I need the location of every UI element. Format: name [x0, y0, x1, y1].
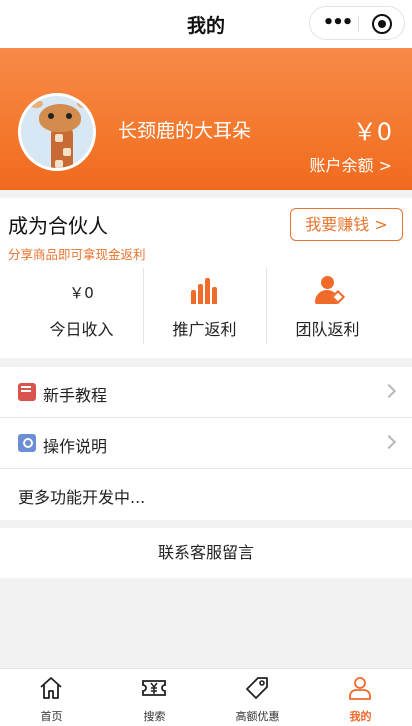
giraffe-head: [39, 104, 81, 132]
title-bar: 我的 •••: [0, 0, 412, 48]
tab-mine[interactable]: 我的: [309, 669, 412, 726]
stat-promotion-rebate[interactable]: 推广返利: [143, 268, 266, 344]
balance-amount: ￥0: [352, 118, 392, 146]
menu-item-tutorial[interactable]: 新手教程: [0, 367, 412, 418]
stats-row: ￥0 今日收入 推广返利 团队返利: [0, 268, 412, 346]
promotion-rebate-label: 推广返利: [172, 320, 237, 339]
giraffe-ears: [29, 100, 43, 108]
tab-home[interactable]: 首页: [0, 669, 103, 726]
tab-bar: 首页 搜索 高额优惠 我的: [0, 668, 412, 726]
partner-section: 成为合伙人 分享商品即可拿现金返利 我要赚钱 > ￥0 今日收入 推广返利 团队…: [0, 198, 412, 358]
chevron-right-icon: [381, 383, 397, 399]
team-rebate-label: 团队返利: [295, 320, 360, 339]
mini-program-capsule: •••: [309, 6, 405, 40]
balance-link[interactable]: 账户余额 >: [310, 152, 393, 176]
tag-icon: [246, 677, 268, 699]
partner-title: 成为合伙人: [8, 214, 108, 238]
menu-item-label: 新手教程: [43, 386, 108, 405]
chevron-right-icon: [381, 434, 397, 450]
tab-big-discounts[interactable]: 高额优惠: [206, 669, 309, 726]
menu-item-more-features: 更多功能开发中...: [0, 469, 412, 520]
bar-chart-icon: [191, 276, 219, 304]
book-icon: [18, 383, 36, 401]
menu-list: 新手教程 操作说明 更多功能开发中...: [0, 367, 412, 520]
menu-item-instructions[interactable]: 操作说明: [0, 418, 412, 469]
menu-item-label: 操作说明: [43, 437, 108, 456]
home-icon: [40, 677, 62, 699]
user-icon: [349, 677, 371, 700]
tab-label: 高额优惠: [235, 710, 280, 723]
today-income-value: ￥0: [69, 284, 94, 302]
partner-subtitle: 分享商品即可拿现金返利: [8, 247, 146, 262]
team-user-icon: [314, 276, 346, 305]
tab-search[interactable]: 搜索: [103, 669, 206, 726]
avatar[interactable]: [18, 93, 96, 171]
tab-label: 我的: [349, 710, 372, 723]
close-target-icon[interactable]: [372, 14, 392, 34]
tab-label: 搜索: [143, 710, 166, 723]
username: 长颈鹿的大耳朵: [118, 120, 252, 142]
today-income-label: 今日收入: [49, 320, 114, 339]
capsule-divider: [358, 16, 359, 32]
search-doc-icon: [18, 434, 36, 452]
menu-item-label: 更多功能开发中...: [18, 488, 146, 507]
profile-banner: 长颈鹿的大耳朵 ￥0 账户余额 >: [0, 48, 412, 190]
contact-support-button[interactable]: 联系客服留言: [0, 528, 412, 578]
stat-team-rebate[interactable]: 团队返利: [266, 268, 389, 344]
earn-money-button[interactable]: 我要赚钱 >: [290, 208, 403, 241]
more-icon[interactable]: •••: [322, 14, 354, 32]
coupon-icon: [142, 680, 166, 696]
tab-label: 首页: [40, 710, 63, 723]
stat-today-income[interactable]: ￥0 今日收入: [20, 268, 143, 344]
